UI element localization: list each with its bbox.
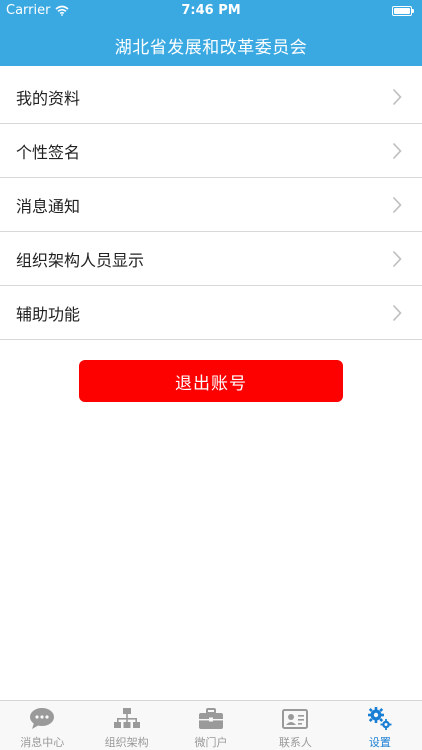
menu-item-my-profile[interactable]: 我的资料	[0, 70, 422, 124]
chevron-right-icon	[392, 250, 402, 268]
briefcase-icon	[199, 708, 224, 729]
navigation-bar: Carrier 7:46 PM 湖北省发展和改革委员会	[0, 0, 422, 66]
menu-item-org-display[interactable]: 组织架构人员显示	[0, 232, 422, 286]
menu-item-accessibility[interactable]: 辅助功能	[0, 286, 422, 340]
menu-item-label: 辅助功能	[16, 304, 81, 324]
gears-icon	[367, 707, 392, 730]
logout-button[interactable]: 退出账号	[79, 360, 343, 402]
tab-message-center[interactable]: 消息中心	[0, 701, 84, 750]
tab-micro-portal[interactable]: 微门户	[169, 701, 253, 750]
settings-menu: 我的资料 个性签名 消息通知 组织架构人员显示 辅助功能	[0, 70, 422, 340]
tab-settings[interactable]: 设置	[338, 701, 422, 750]
tab-label: 设置	[368, 736, 391, 749]
org-chart-icon	[113, 708, 140, 728]
menu-item-label: 组织架构人员显示	[16, 250, 145, 270]
tab-label: 微门户	[194, 736, 228, 749]
status-time: 7:46 PM	[181, 3, 241, 18]
tab-label: 消息中心	[20, 736, 65, 749]
tab-label: 联系人	[278, 736, 312, 749]
page-title: 湖北省发展和改革委员会	[114, 38, 308, 58]
status-bar: Carrier 7:46 PM	[0, 0, 422, 22]
menu-item-label: 消息通知	[16, 196, 81, 216]
chevron-right-icon	[392, 88, 402, 106]
chevron-right-icon	[392, 142, 402, 160]
tab-label: 组织架构	[104, 736, 149, 749]
contact-card-icon	[282, 709, 309, 729]
chevron-right-icon	[392, 196, 402, 214]
menu-item-notifications[interactable]: 消息通知	[0, 178, 422, 232]
menu-item-label: 我的资料	[16, 88, 81, 108]
chevron-right-icon	[392, 304, 402, 322]
menu-item-signature[interactable]: 个性签名	[0, 124, 422, 178]
chat-bubble-icon	[30, 708, 55, 729]
tab-bar: 消息中心 组织架构 微门户 联系人 设置	[0, 700, 422, 750]
tab-org-chart[interactable]: 组织架构	[84, 701, 168, 750]
menu-item-label: 个性签名	[16, 142, 81, 162]
tab-contacts[interactable]: 联系人	[253, 701, 337, 750]
battery-icon	[392, 6, 414, 16]
